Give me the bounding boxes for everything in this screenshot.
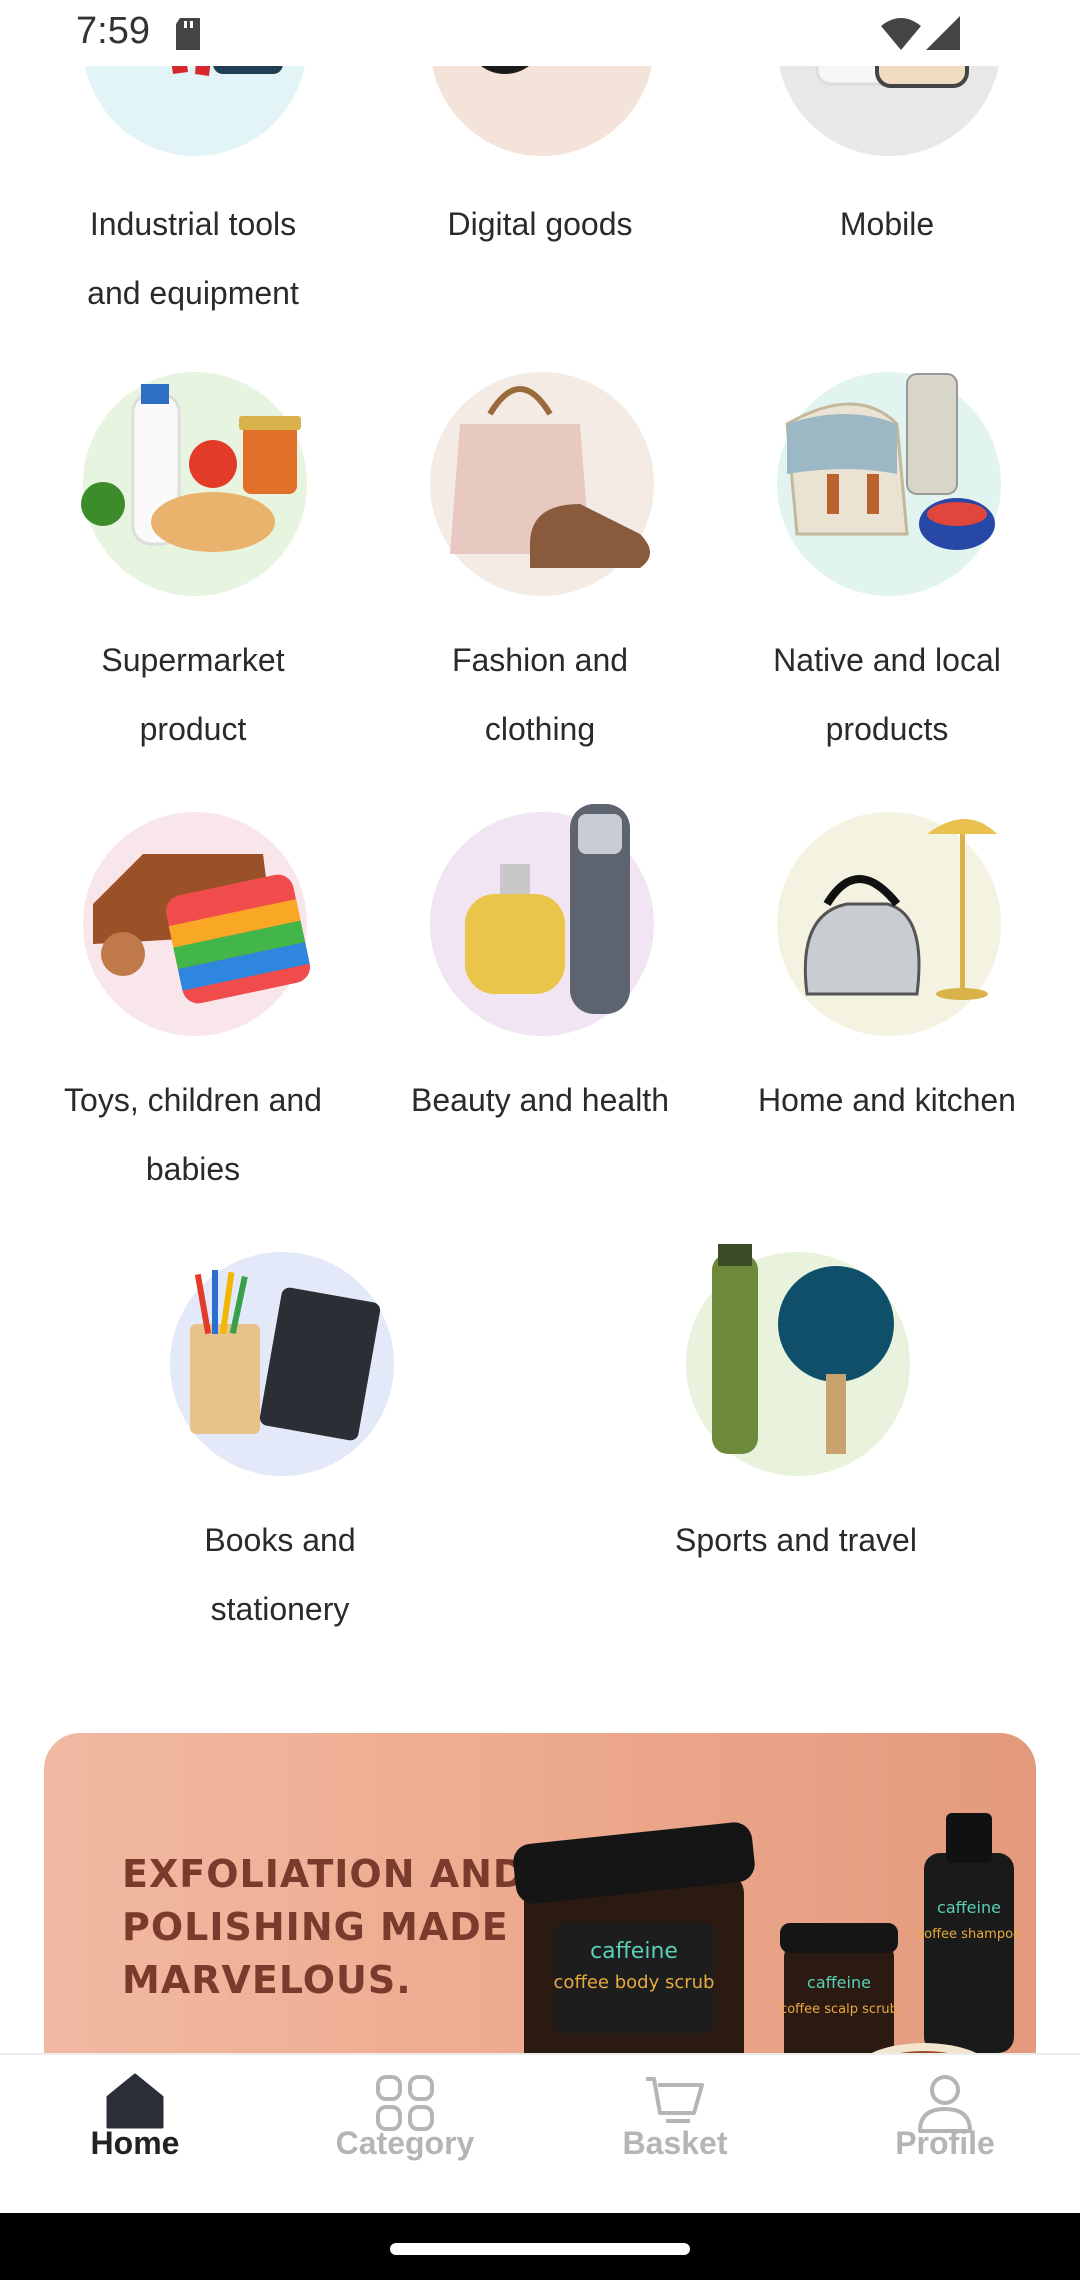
- gesture-bar: [0, 2213, 1080, 2280]
- nav-home[interactable]: Home: [0, 2055, 270, 2215]
- nav-label: Home: [90, 2125, 180, 2161]
- books-stationery-illustration: [190, 1270, 381, 1441]
- home-gesture-handle[interactable]: [390, 2243, 690, 2255]
- category-label: Books and stationery: [204, 1522, 356, 1627]
- product-text-3: coffee shampoo: [917, 1927, 1021, 1942]
- nav-category[interactable]: Category: [270, 2055, 540, 2215]
- category-label: Industrial tools and equipment: [87, 206, 299, 311]
- brand-text-3: caffeine: [937, 1898, 1001, 1917]
- category-image: [777, 812, 1001, 1036]
- category-image: [81, 372, 307, 596]
- category-image: [430, 372, 654, 596]
- category-image: [430, 804, 654, 1036]
- category-label: Supermarket product: [101, 642, 285, 747]
- category-image: [170, 1252, 394, 1476]
- bottom-navigation: Home Category Basket Profile: [0, 2053, 1080, 2213]
- flask-racket-illustration: [712, 1244, 894, 1454]
- nav-profile[interactable]: Profile: [810, 2055, 1080, 2215]
- nav-label: Category: [335, 2125, 475, 2161]
- toys-illustration: [93, 854, 311, 1004]
- category-label: Digital goods: [447, 206, 633, 242]
- banner-headline: EXFOLIATION AND POLISHING MADE MARVELOUS…: [122, 1852, 526, 2002]
- category-supermarket[interactable]: Supermarket product: [28, 372, 358, 772]
- brand-text: caffeine: [590, 1939, 678, 1964]
- category-image: [83, 812, 311, 1036]
- kettle-lamp-illustration: [803, 819, 997, 1000]
- category-image: [686, 1244, 910, 1476]
- promo-banner[interactable]: EXFOLIATION AND POLISHING MADE MARVELOUS…: [44, 1733, 1036, 2053]
- category-label: Fashion and clothing: [451, 642, 629, 747]
- product-text-2: coffee scalp scrub: [780, 2002, 898, 2017]
- status-time: 7:59: [76, 10, 150, 52]
- perfume-shaver-illustration: [465, 804, 630, 1014]
- sd-card-icon: [176, 18, 200, 50]
- bag-shoe-illustration: [450, 386, 650, 568]
- category-label: Mobile: [839, 206, 935, 242]
- wifi-icon: [881, 18, 921, 50]
- crafts-illustration: [785, 373, 995, 550]
- coffee-products-illustration: caffeine coffee body scrub caffeine coff…: [513, 1813, 1021, 2053]
- category-native[interactable]: Native and local products: [722, 372, 1052, 772]
- brand-text-2: caffeine: [807, 1973, 871, 1992]
- category-toys[interactable]: Toys, children and babies: [28, 812, 358, 1212]
- category-label: Native and local products: [773, 642, 1001, 747]
- category-home[interactable]: Home and kitchen: [722, 812, 1052, 1212]
- category-books[interactable]: Books and stationery: [115, 1252, 445, 1652]
- screen: 7:59 Industrial tools and equipment Digi…: [0, 0, 1080, 2280]
- cell-signal-icon: [926, 16, 960, 50]
- category-label: Toys, children and babies: [64, 1082, 322, 1187]
- category-label: Beauty and health: [411, 1082, 669, 1118]
- category-label: Sports and travel: [675, 1522, 917, 1558]
- nav-basket[interactable]: Basket: [540, 2055, 810, 2215]
- category-label: Home and kitchen: [758, 1082, 1016, 1118]
- status-bar: 7:59: [0, 0, 1080, 66]
- category-fashion[interactable]: Fashion and clothing: [375, 372, 705, 772]
- category-sports[interactable]: Sports and travel: [631, 1244, 961, 1652]
- nav-label: Basket: [622, 2125, 728, 2161]
- nav-label: Profile: [895, 2125, 995, 2161]
- category-image: [777, 372, 1001, 596]
- product-text-1: coffee body scrub: [554, 1972, 715, 1993]
- category-beauty[interactable]: Beauty and health: [375, 804, 705, 1212]
- groceries-illustration: [81, 384, 301, 552]
